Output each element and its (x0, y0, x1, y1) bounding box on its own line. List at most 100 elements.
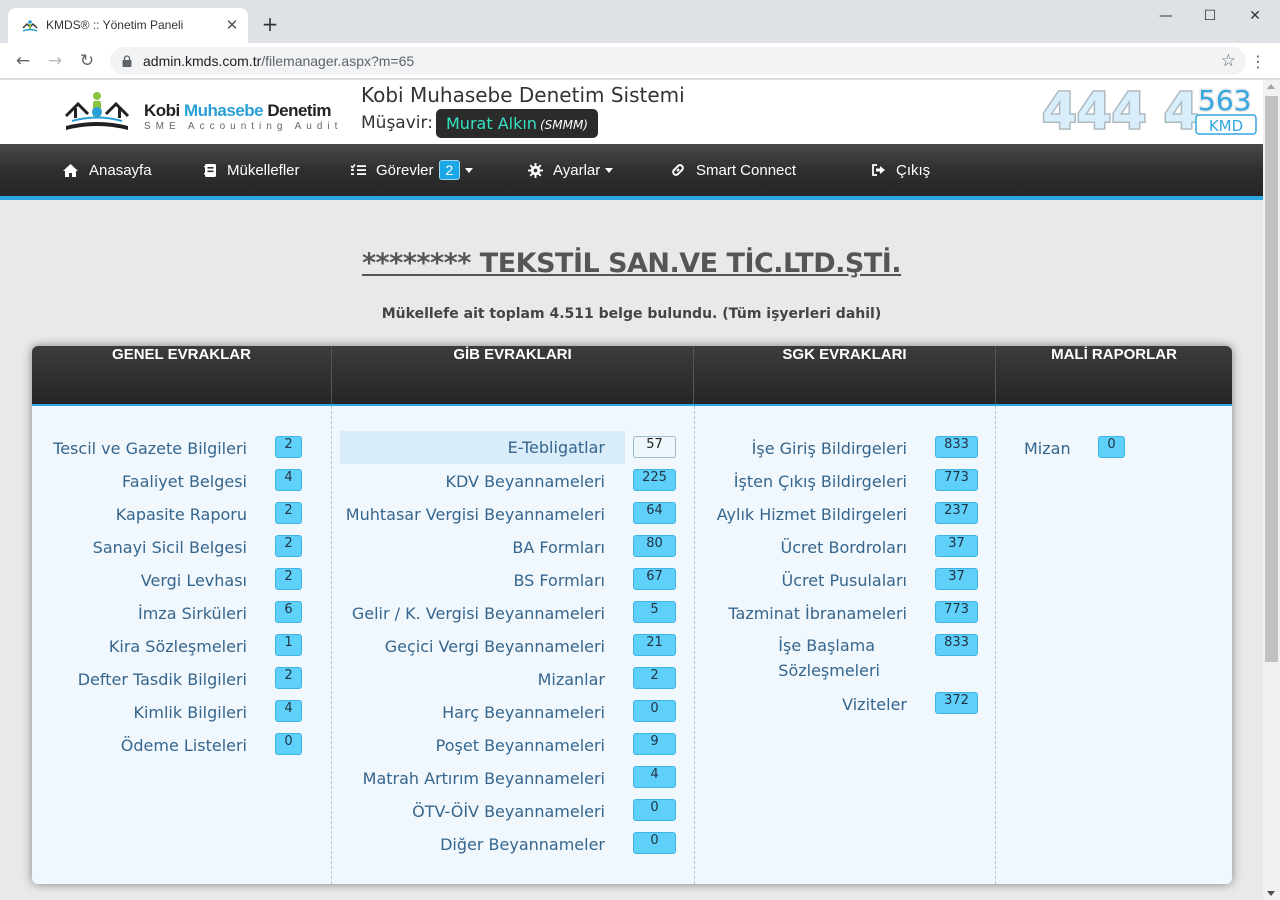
scroll-thumb[interactable] (1265, 96, 1278, 662)
logo-subtitle: SME Accounting Audit (144, 121, 343, 132)
document-category-row[interactable]: Matrah Artırım Beyannameleri (340, 765, 605, 791)
document-category-row[interactable]: Defter Tasdik Bilgileri (40, 666, 247, 692)
document-category-label: Mizanlar (537, 669, 605, 689)
column-header-gib: GİB EVRAKLARI (332, 346, 694, 404)
nav-mukellefler[interactable]: Mükellefler (204, 144, 300, 196)
document-count-badge[interactable]: 2 (275, 535, 302, 557)
document-category-row[interactable]: Mizanlar (340, 666, 605, 692)
scroll-up-icon[interactable] (1267, 84, 1275, 89)
kmds-logo[interactable]: Kobi Muhasebe Denetim SME Accounting Aud… (62, 90, 337, 138)
nav-gorevler[interactable]: Görevler 2 (350, 144, 474, 196)
document-category-row[interactable]: Muhtasar Vergisi Beyannameleri (340, 501, 605, 527)
document-category-row[interactable]: ÖTV-ÖİV Beyannameleri (340, 798, 605, 824)
document-category-row[interactable]: Kira Sözleşmeleri (40, 633, 247, 659)
document-count-badge[interactable]: 372 (935, 692, 978, 714)
new-tab-icon[interactable]: + (260, 14, 280, 34)
panel-header: GENEL EVRAKLAR GİB EVRAKLARI SGK EVRAKLA… (32, 346, 1232, 406)
document-count-badge[interactable]: 80 (633, 535, 676, 557)
document-category-row[interactable]: E-Tebligatlar (340, 431, 625, 464)
nav-ayarlar[interactable]: Ayarlar (528, 144, 614, 196)
document-count-badge[interactable]: 37 (935, 535, 978, 557)
document-category-row[interactable]: Kimlik Bilgileri (40, 699, 247, 725)
minimize-icon[interactable]: — (1143, 6, 1189, 26)
document-count-badge[interactable]: 833 (935, 436, 978, 458)
address-bar[interactable]: admin.kmds.com.tr/filemanager.aspx?m=65 … (110, 47, 1246, 75)
document-count-badge[interactable]: 0 (633, 700, 676, 722)
document-category-row[interactable]: Ücret Pusulaları (702, 567, 907, 593)
document-category-row[interactable]: Geçici Vergi Beyannameleri (340, 633, 605, 659)
document-category-row[interactable]: Mizan (1024, 435, 1090, 461)
document-count-badge[interactable]: 773 (935, 469, 978, 491)
url-path: /filemanager.aspx?m=65 (261, 53, 415, 69)
browser-tab[interactable]: KMDS® :: Yönetim Paneli ✕ (8, 8, 248, 43)
document-category-row[interactable]: Aylık Hizmet Bildirgeleri (702, 501, 907, 527)
document-count-badge[interactable]: 2 (275, 568, 302, 590)
nav-label: Çıkış (896, 161, 931, 179)
document-count-badge[interactable]: 57 (633, 436, 676, 458)
document-count-badge[interactable]: 0 (633, 832, 676, 854)
document-count-badge[interactable]: 0 (275, 733, 302, 755)
document-count-badge[interactable]: 64 (633, 502, 676, 524)
document-count-badge[interactable]: 37 (935, 568, 978, 590)
nav-anasayfa[interactable]: Anasayfa (62, 144, 152, 196)
document-category-row[interactable]: Faaliyet Belgesi (40, 468, 247, 494)
link-icon (672, 164, 684, 176)
document-category-label: Kapasite Raporu (115, 504, 247, 524)
document-category-row[interactable]: Viziteler (702, 691, 907, 717)
nav-cikis[interactable]: Çıkış (871, 144, 930, 196)
document-count-badge[interactable]: 237 (935, 502, 978, 524)
document-category-row[interactable]: Diğer Beyannameler (340, 831, 605, 857)
tab-title: KMDS® :: Yönetim Paneli (46, 18, 184, 32)
back-icon[interactable]: ← (12, 50, 34, 72)
document-category-row[interactable]: Harç Beyannameleri (340, 699, 605, 725)
document-count-badge[interactable]: 1 (275, 634, 302, 656)
window-close-icon[interactable]: ✕ (1232, 6, 1278, 26)
document-count-badge[interactable]: 4 (633, 766, 676, 788)
document-count-badge[interactable]: 225 (633, 469, 676, 491)
document-category-row[interactable]: Ödeme Listeleri (40, 732, 247, 758)
document-category-row[interactable]: Kapasite Raporu (40, 501, 247, 527)
document-category-row[interactable]: BS Formları (340, 567, 605, 593)
document-count-badge[interactable]: 833 (935, 634, 978, 656)
scroll-down-icon[interactable] (1267, 891, 1275, 896)
document-count-badge[interactable]: 773 (935, 601, 978, 623)
page: Kobi Muhasebe Denetim SME Accounting Aud… (0, 80, 1263, 900)
document-count-badge[interactable]: 21 (633, 634, 676, 656)
document-count-badge[interactable]: 2 (275, 667, 302, 689)
document-category-row[interactable]: Poşet Beyannameleri (340, 732, 605, 758)
document-category-row[interactable]: Vergi Levhası (40, 567, 247, 593)
reload-icon[interactable]: ↻ (76, 50, 98, 72)
document-count-badge[interactable]: 6 (275, 601, 302, 623)
document-count-badge[interactable]: 67 (633, 568, 676, 590)
document-category-row[interactable]: İşe Giriş Bildirgeleri (702, 435, 907, 461)
document-count-badge[interactable]: 0 (1098, 436, 1125, 458)
document-count-badge[interactable]: 2 (275, 502, 302, 524)
document-category-row[interactable]: Tazminat İbranameleri (702, 600, 907, 626)
document-count-badge[interactable]: 9 (633, 733, 676, 755)
document-category-row[interactable]: İşten Çıkış Bildirgeleri (702, 468, 907, 494)
document-category-row[interactable]: Ücret Bordroları (702, 534, 907, 560)
tab-close-icon[interactable]: ✕ (224, 17, 240, 33)
column-header-genel: GENEL EVRAKLAR (32, 346, 332, 404)
system-title: Kobi Muhasebe Denetim Sistemi (361, 83, 685, 107)
document-count-badge[interactable]: 0 (633, 799, 676, 821)
document-count-badge[interactable]: 2 (275, 436, 302, 458)
document-category-row[interactable]: İşe Başlama Sözleşmeleri (702, 633, 907, 683)
maximize-icon[interactable]: ☐ (1187, 6, 1233, 26)
document-category-row[interactable]: Sanayi Sicil Belgesi (40, 534, 247, 560)
document-category-row[interactable]: BA Formları (340, 534, 605, 560)
nav-smart-connect[interactable]: Smart Connect (670, 144, 796, 196)
advisor-name: Murat Alkın (446, 114, 537, 133)
document-category-row[interactable]: İmza Sirküleri (40, 600, 247, 626)
document-category-row[interactable]: KDV Beyannameleri (340, 468, 605, 494)
document-count-badge[interactable]: 2 (633, 667, 676, 689)
page-scrollbar[interactable] (1263, 80, 1280, 900)
document-category-row[interactable]: Tescil ve Gazete Bilgileri (40, 435, 247, 461)
document-count-badge[interactable]: 5 (633, 601, 676, 623)
browser-menu-icon[interactable]: ⋮ (1250, 52, 1266, 71)
forward-icon[interactable]: → (44, 50, 66, 72)
document-count-badge[interactable]: 4 (275, 469, 302, 491)
bookmark-star-icon[interactable]: ☆ (1221, 51, 1236, 71)
document-count-badge[interactable]: 4 (275, 700, 302, 722)
document-category-row[interactable]: Gelir / K. Vergisi Beyannameleri (340, 600, 605, 626)
